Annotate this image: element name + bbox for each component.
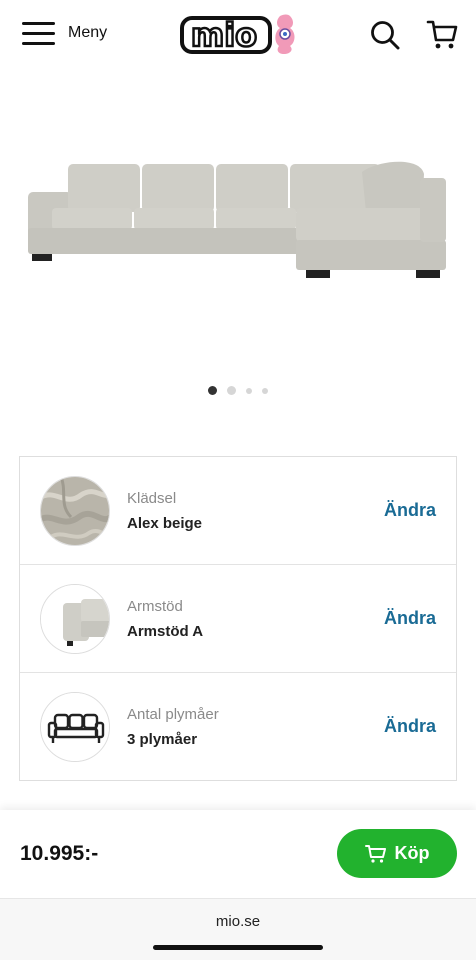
- change-upholstery-link[interactable]: Ändra: [384, 500, 436, 521]
- option-value: Armstöd A: [127, 623, 204, 640]
- buy-button[interactable]: Köp: [337, 829, 457, 878]
- url-text[interactable]: mio.se: [0, 913, 476, 930]
- gallery-dot[interactable]: [246, 387, 252, 394]
- sofa-outline-icon: [41, 693, 109, 761]
- price: 10.995:-: [20, 842, 99, 865]
- browser-bar: mio.se: [0, 898, 476, 960]
- logo-text: mio: [191, 16, 257, 54]
- fabric-swatch-thumb: [40, 476, 110, 546]
- cart-icon[interactable]: [426, 18, 458, 50]
- purchase-bar: 10.995:- Köp: [0, 810, 476, 898]
- site-header: Meny mio: [0, 0, 476, 70]
- menu-button[interactable]: Meny: [22, 20, 107, 46]
- option-label: Armstöd: [127, 598, 183, 615]
- fabric-swatch-image: [41, 477, 109, 545]
- option-value: Alex beige: [127, 515, 203, 532]
- product-image: [28, 161, 446, 278]
- armrest-image: [41, 585, 109, 653]
- option-label: Antal plymåer: [127, 706, 219, 723]
- gallery-dot[interactable]: [208, 386, 217, 395]
- cart-icon: [364, 844, 386, 863]
- product-gallery[interactable]: [0, 70, 476, 400]
- change-cushions-link[interactable]: Ändra: [384, 716, 436, 737]
- option-value: 3 plymåer: [127, 731, 198, 748]
- home-indicator[interactable]: [153, 945, 323, 950]
- product-options: Klädsel Alex beige Ändra Armstöd Armstöd…: [19, 456, 457, 781]
- gallery-dots: [0, 386, 476, 395]
- search-icon[interactable]: [370, 20, 400, 50]
- option-upholstery[interactable]: Klädsel Alex beige Ändra: [20, 457, 456, 565]
- hamburger-icon: [22, 20, 55, 46]
- option-armrest[interactable]: Armstöd Armstöd A Ändra: [20, 565, 456, 673]
- gallery-dot[interactable]: [227, 386, 236, 395]
- option-cushions[interactable]: Antal plymåer 3 plymåer Ändra: [20, 673, 456, 781]
- armrest-thumb: [40, 584, 110, 654]
- buy-button-label: Köp: [394, 843, 430, 863]
- cushions-thumb: [40, 692, 110, 762]
- menu-label: Meny: [68, 24, 108, 41]
- change-armrest-link[interactable]: Ändra: [384, 608, 436, 629]
- gallery-dot[interactable]: [262, 387, 268, 394]
- mio-logo[interactable]: mio: [180, 12, 300, 56]
- option-label: Klädsel: [127, 490, 177, 507]
